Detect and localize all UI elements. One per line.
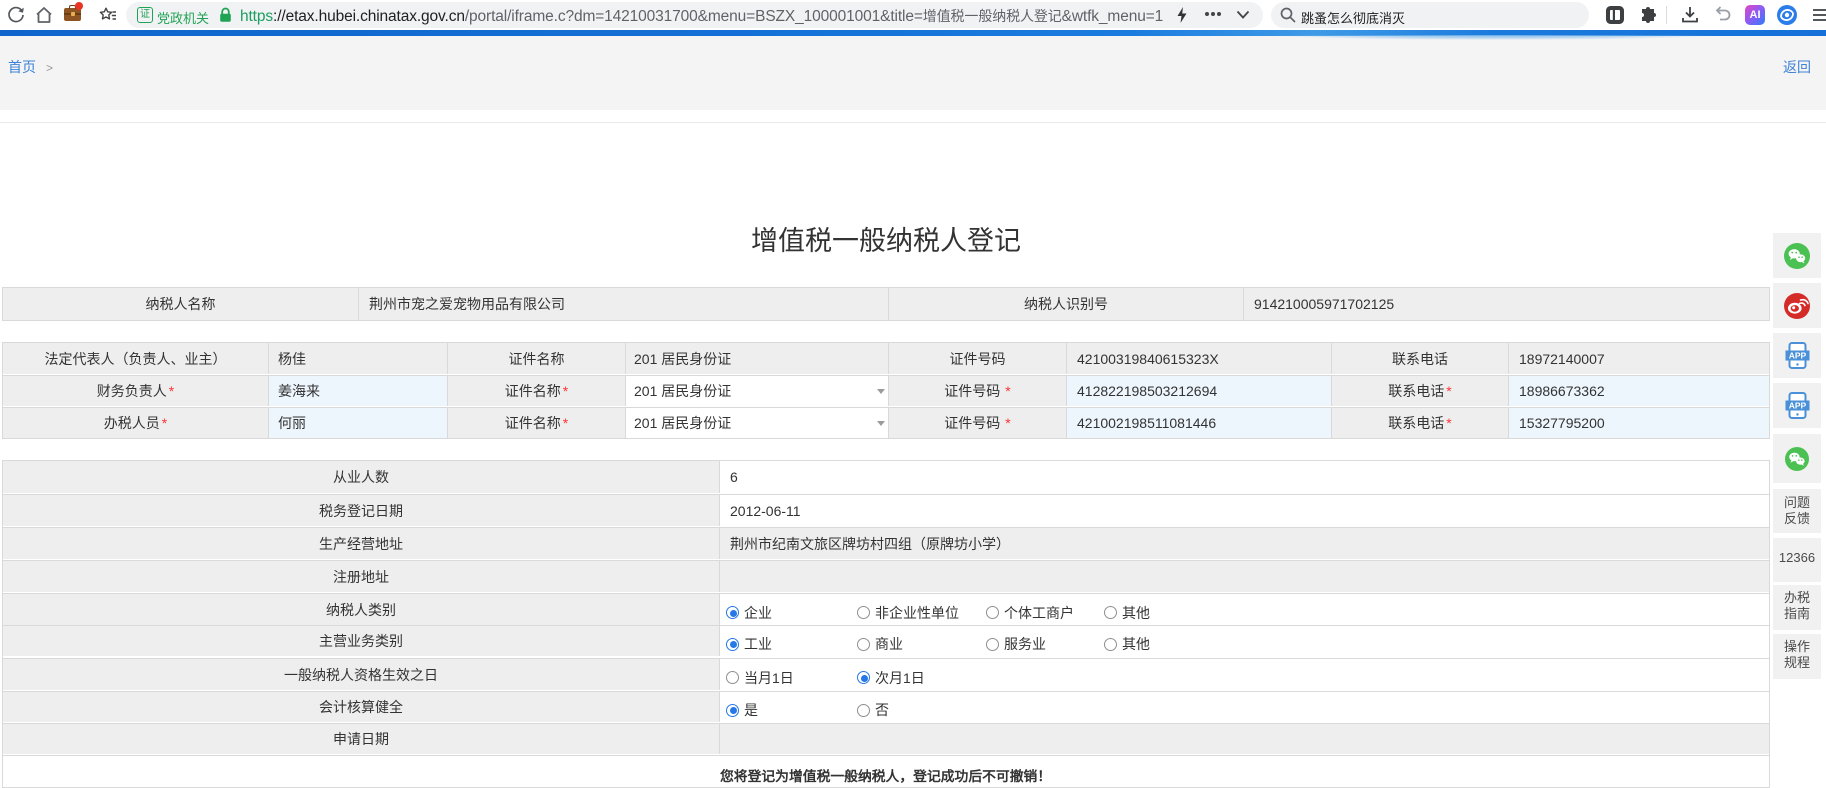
svg-text:APP: APP — [1788, 401, 1806, 411]
svg-text:APP: APP — [1788, 351, 1806, 361]
